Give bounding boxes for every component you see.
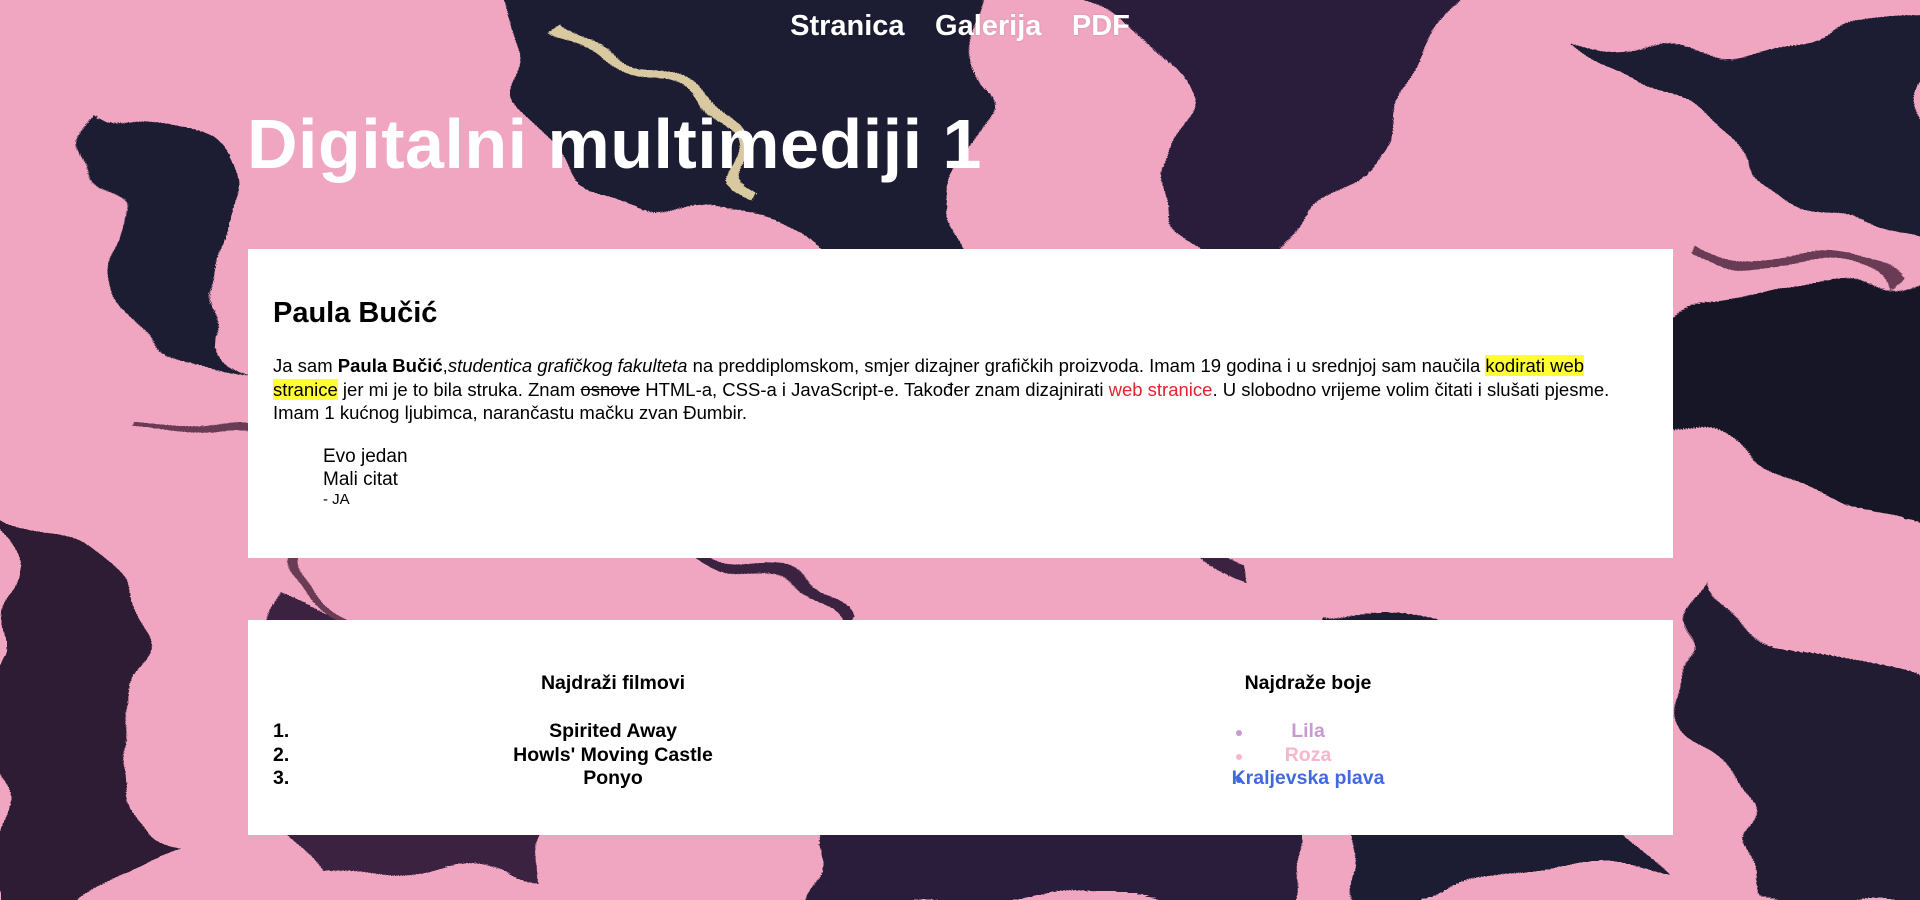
- list-number: 1.: [273, 720, 290, 742]
- list-item: Lila: [968, 720, 1648, 744]
- bio-text: Ja sam: [273, 355, 338, 376]
- list-number: 2.: [273, 743, 290, 766]
- movie-title: Ponyo: [583, 767, 643, 789]
- bio-paragraph: Ja sam Paula Bučić,studentica grafičkog …: [273, 354, 1648, 425]
- about-card: Paula Bučić Ja sam Paula Bučić,studentic…: [248, 249, 1673, 558]
- bullet-icon: [1236, 730, 1242, 736]
- quote-author: - JA: [323, 490, 350, 508]
- color-name: Roza: [1284, 743, 1332, 766]
- quote-block: Evo jedan Mali citat - JA: [323, 445, 1648, 509]
- list-item: Roza: [968, 744, 1648, 768]
- favorite-colors-list: Lila Roza Kraljevska plava: [968, 720, 1648, 791]
- favorite-movies-column: Najdraži filmovi 1. Spirited Away 2. Howls…: [273, 620, 953, 835]
- list-number: 3.: [273, 767, 290, 789]
- top-navigation: Stranica Galerija PDF: [0, 10, 1920, 43]
- list-item: 3. Ponyo: [273, 767, 953, 791]
- list-item: 2. Howls' Moving Castle: [273, 744, 953, 768]
- bullet-icon: [1236, 777, 1242, 783]
- favorite-movies-title: Najdraži filmovi: [540, 672, 686, 694]
- bullet-icon: [1236, 753, 1242, 760]
- favorite-colors-title: Najdraže boje: [1244, 672, 1372, 694]
- bio-red-text: web stranice: [1108, 378, 1213, 400]
- list-item: 1. Spirited Away: [273, 720, 953, 744]
- bio-text: jer mi je to bila struka. Znam: [337, 378, 581, 400]
- page-title: Digitalni multimediji 1: [247, 105, 982, 183]
- bio-italic-role: studentica grafičkog fakulteta: [447, 355, 688, 376]
- movie-title: Spirited Away: [549, 720, 677, 742]
- movie-title: Howls' Moving Castle: [513, 743, 713, 766]
- bio-bold-name: Paula Bučić: [337, 355, 443, 376]
- favorites-card: Najdraži filmovi 1. Spirited Away 2. Howls…: [248, 620, 1673, 835]
- bio-strikethrough: osnove: [580, 378, 641, 400]
- list-item: Kraljevska plava: [968, 767, 1648, 791]
- bio-text: na preddiplomskom, smjer dizajner grafič…: [687, 355, 1486, 376]
- nav-link-galerija[interactable]: Galerija: [935, 10, 1041, 43]
- quote-line: Evo jedan: [323, 445, 408, 467]
- author-name-heading: Paula Bučić: [273, 297, 438, 329]
- bio-text: HTML-a, CSS-a i JavaScript-e. Također zn…: [640, 378, 1109, 400]
- color-name: Kraljevska plava: [1231, 767, 1385, 789]
- quote-line: Mali citat: [323, 468, 398, 490]
- nav-link-pdf[interactable]: PDF: [1072, 10, 1130, 43]
- color-name: Lila: [1291, 720, 1325, 742]
- favorite-colors-column: Najdraže boje Lila Roza Kraljevska plava: [968, 620, 1648, 835]
- favorite-movies-list: 1. Spirited Away 2. Howls' Moving Castle 3…: [273, 720, 953, 791]
- nav-link-stranica[interactable]: Stranica: [790, 10, 904, 43]
